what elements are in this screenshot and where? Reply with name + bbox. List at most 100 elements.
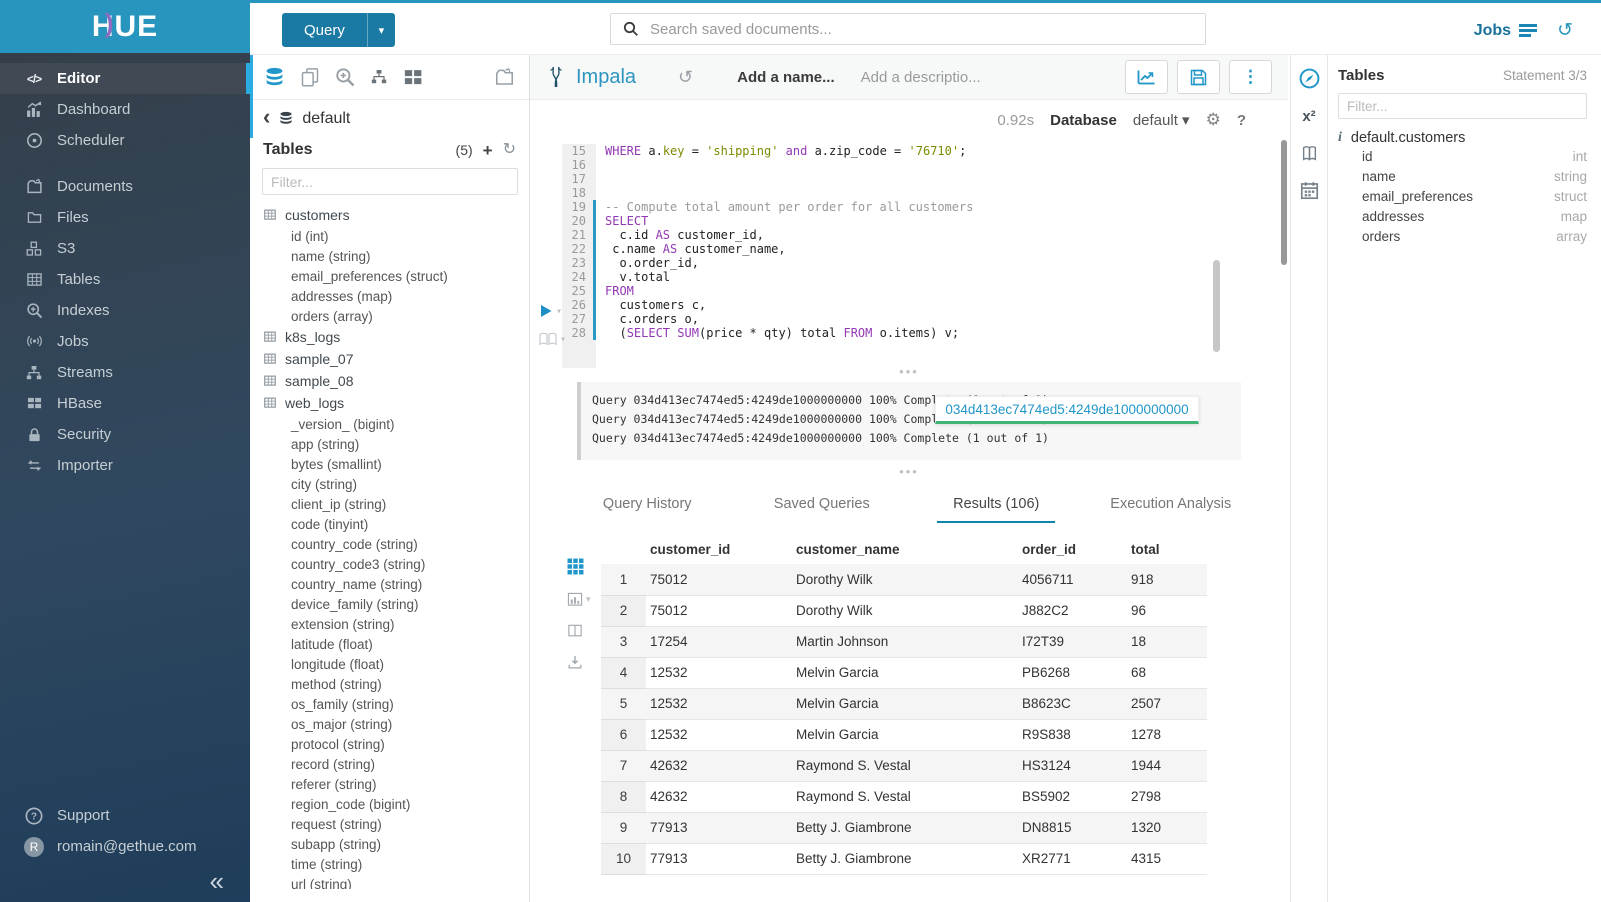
main-scrollbar[interactable] bbox=[1281, 140, 1287, 265]
tree-column[interactable]: _version_ (bigint) bbox=[263, 414, 529, 434]
tree-column[interactable]: protocol (string) bbox=[263, 734, 529, 754]
tree-column[interactable]: extension (string) bbox=[263, 614, 529, 634]
tree-column[interactable]: subapp (string) bbox=[263, 834, 529, 854]
tree-table-k8s-logs[interactable]: k8s_logs bbox=[263, 326, 529, 348]
editor-code[interactable]: WHERE a.key = 'shipping' and a.zip_code … bbox=[596, 144, 1248, 340]
tree-column[interactable]: referer (string) bbox=[263, 774, 529, 794]
sidebar-footer-support[interactable]: ?Support bbox=[0, 800, 250, 831]
query-button[interactable]: Query ▾ bbox=[282, 13, 395, 47]
sidebar-footer-romain-gethue-com[interactable]: Rromain@gethue.com bbox=[0, 831, 250, 862]
compass-icon[interactable] bbox=[1299, 68, 1320, 89]
settings-gear-icon[interactable]: ⚙ bbox=[1206, 110, 1221, 130]
tab-query-history[interactable]: Query History bbox=[560, 490, 735, 528]
active-table-name[interactable]: default.customers bbox=[1351, 130, 1465, 146]
refresh-icon[interactable]: ↻ bbox=[503, 142, 516, 158]
tree-column[interactable]: id (int) bbox=[263, 226, 529, 246]
tree-column[interactable]: orders (array) bbox=[263, 306, 529, 326]
x2-icon[interactable]: x² bbox=[1302, 108, 1315, 126]
breadcrumb-database[interactable]: default bbox=[302, 110, 350, 128]
execute-button[interactable]: ▾ bbox=[539, 304, 562, 318]
table-row[interactable]: 1077913Betty J. GiambroneXR27714315 bbox=[601, 843, 1207, 874]
table-row[interactable]: 175012Dorothy Wilk4056711918 bbox=[601, 564, 1207, 595]
chart-button[interactable] bbox=[1125, 60, 1168, 94]
chart-bars-icon[interactable]: ▾ bbox=[567, 592, 591, 607]
editor-history-icon[interactable]: ↺ bbox=[678, 67, 693, 88]
tree-column[interactable]: email_preferences (struct) bbox=[263, 266, 529, 286]
sidebar-item-documents[interactable]: Documents bbox=[0, 171, 250, 202]
presentation-caret-icon[interactable]: ▾ bbox=[560, 334, 566, 345]
tree-table-web-logs[interactable]: web_logs bbox=[263, 392, 529, 414]
tree-column[interactable]: longitude (float) bbox=[263, 654, 529, 674]
columns-icon[interactable] bbox=[567, 624, 583, 638]
sitemap-icon[interactable] bbox=[370, 69, 388, 85]
more-options-button[interactable]: ⋮ bbox=[1229, 60, 1272, 94]
table-row[interactable]: 512532Melvin GarciaB8623C2507 bbox=[601, 688, 1207, 719]
copy-docs-icon[interactable] bbox=[300, 67, 320, 87]
help-icon[interactable]: ? bbox=[1237, 112, 1246, 129]
sidebar-collapse-icon[interactable]: « bbox=[210, 868, 224, 894]
table-row[interactable]: 742632Raymond S. VestalHS31241944 bbox=[601, 750, 1207, 781]
right-filter-input[interactable] bbox=[1338, 93, 1587, 119]
book-icon[interactable] bbox=[1300, 145, 1319, 162]
table-row[interactable]: 412532Melvin GarciaPB626868 bbox=[601, 657, 1207, 688]
code-editor[interactable]: 1516171819202122232425262728 WHERE a.key… bbox=[530, 140, 1288, 360]
execute-caret-icon[interactable]: ▾ bbox=[556, 306, 562, 317]
tree-column[interactable]: country_code3 (string) bbox=[263, 554, 529, 574]
field-name[interactable]: email_preferences bbox=[1362, 189, 1473, 204]
table-row[interactable]: 317254Martin JohnsonI72T3918 bbox=[601, 626, 1207, 657]
field-name[interactable]: addresses bbox=[1362, 209, 1424, 224]
sidebar-item-importer[interactable]: Importer bbox=[0, 450, 250, 481]
field-name[interactable]: name bbox=[1362, 169, 1396, 184]
tab-saved-queries[interactable]: Saved Queries bbox=[735, 490, 910, 528]
query-name-field[interactable]: Add a name... bbox=[737, 69, 835, 86]
search-input[interactable] bbox=[648, 20, 1205, 39]
tree-table-sample-07[interactable]: sample_07 bbox=[263, 348, 529, 370]
grid9-icon[interactable] bbox=[567, 558, 584, 575]
engine-name[interactable]: Impala bbox=[576, 66, 636, 89]
tree-column[interactable]: region_code (bigint) bbox=[263, 794, 529, 814]
tree-column[interactable]: country_name (string) bbox=[263, 574, 529, 594]
query-description-field[interactable]: Add a descriptio... bbox=[861, 69, 981, 86]
assist-filter-input[interactable] bbox=[262, 168, 518, 195]
tree-column[interactable]: app (string) bbox=[263, 434, 529, 454]
hue-logo[interactable]: HUE) bbox=[0, 0, 250, 53]
tree-column[interactable]: device_family (string) bbox=[263, 594, 529, 614]
tree-column[interactable]: latitude (float) bbox=[263, 634, 529, 654]
tab-execution-analysis[interactable]: Execution Analysis bbox=[1084, 490, 1259, 528]
query-dropdown-caret[interactable]: ▾ bbox=[367, 13, 395, 47]
table-row[interactable]: 977913Betty J. GiambroneDN88151320 bbox=[601, 812, 1207, 843]
sidebar-item-tables[interactable]: Tables bbox=[0, 264, 250, 295]
tree-table-sample-08[interactable]: sample_08 bbox=[263, 370, 529, 392]
tree-column[interactable]: addresses (map) bbox=[263, 286, 529, 306]
download-icon[interactable] bbox=[567, 655, 583, 670]
job-id-popover[interactable]: 034d413ec7474ed5:4249de1000000000 bbox=[935, 396, 1199, 424]
grid-icon[interactable] bbox=[403, 67, 423, 87]
query-history-icon[interactable]: ↺ bbox=[1557, 19, 1573, 42]
open-folder-icon[interactable] bbox=[494, 68, 515, 87]
field-name[interactable]: id bbox=[1362, 149, 1373, 164]
sidebar-item-dashboard[interactable]: Dashboard bbox=[0, 94, 250, 125]
tree-column[interactable]: time (string) bbox=[263, 854, 529, 874]
tree-column[interactable]: code (tinyint) bbox=[263, 514, 529, 534]
resize-handle-2[interactable]: ••• bbox=[530, 460, 1288, 482]
jobs-link[interactable]: Jobs bbox=[1474, 22, 1537, 40]
table-row[interactable]: 275012Dorothy WilkJ882C296 bbox=[601, 595, 1207, 626]
tree-table-customers[interactable]: customers bbox=[263, 204, 529, 226]
tree-column[interactable]: request (string) bbox=[263, 814, 529, 834]
column-header[interactable]: customer_id bbox=[646, 534, 792, 564]
add-table-icon[interactable]: + bbox=[483, 142, 493, 159]
column-header[interactable]: total bbox=[1127, 534, 1207, 564]
tree-column[interactable]: bytes (smallint) bbox=[263, 454, 529, 474]
sidebar-item-indexes[interactable]: Indexes bbox=[0, 295, 250, 326]
tab-results-106-[interactable]: Results (106) bbox=[909, 490, 1084, 528]
zoom-plus-icon[interactable] bbox=[335, 67, 355, 87]
sidebar-item-hbase[interactable]: HBase bbox=[0, 388, 250, 419]
tree-column[interactable]: url (string) bbox=[263, 874, 529, 889]
save-button[interactable] bbox=[1177, 60, 1220, 94]
column-header[interactable]: order_id bbox=[1018, 534, 1127, 564]
presentation-mode-button[interactable]: ▾ bbox=[539, 332, 566, 346]
db-icon[interactable] bbox=[264, 67, 285, 88]
back-chevron-icon[interactable]: ‹ bbox=[263, 106, 270, 128]
info-icon[interactable]: i bbox=[1338, 130, 1342, 146]
field-name[interactable]: orders bbox=[1362, 229, 1400, 244]
